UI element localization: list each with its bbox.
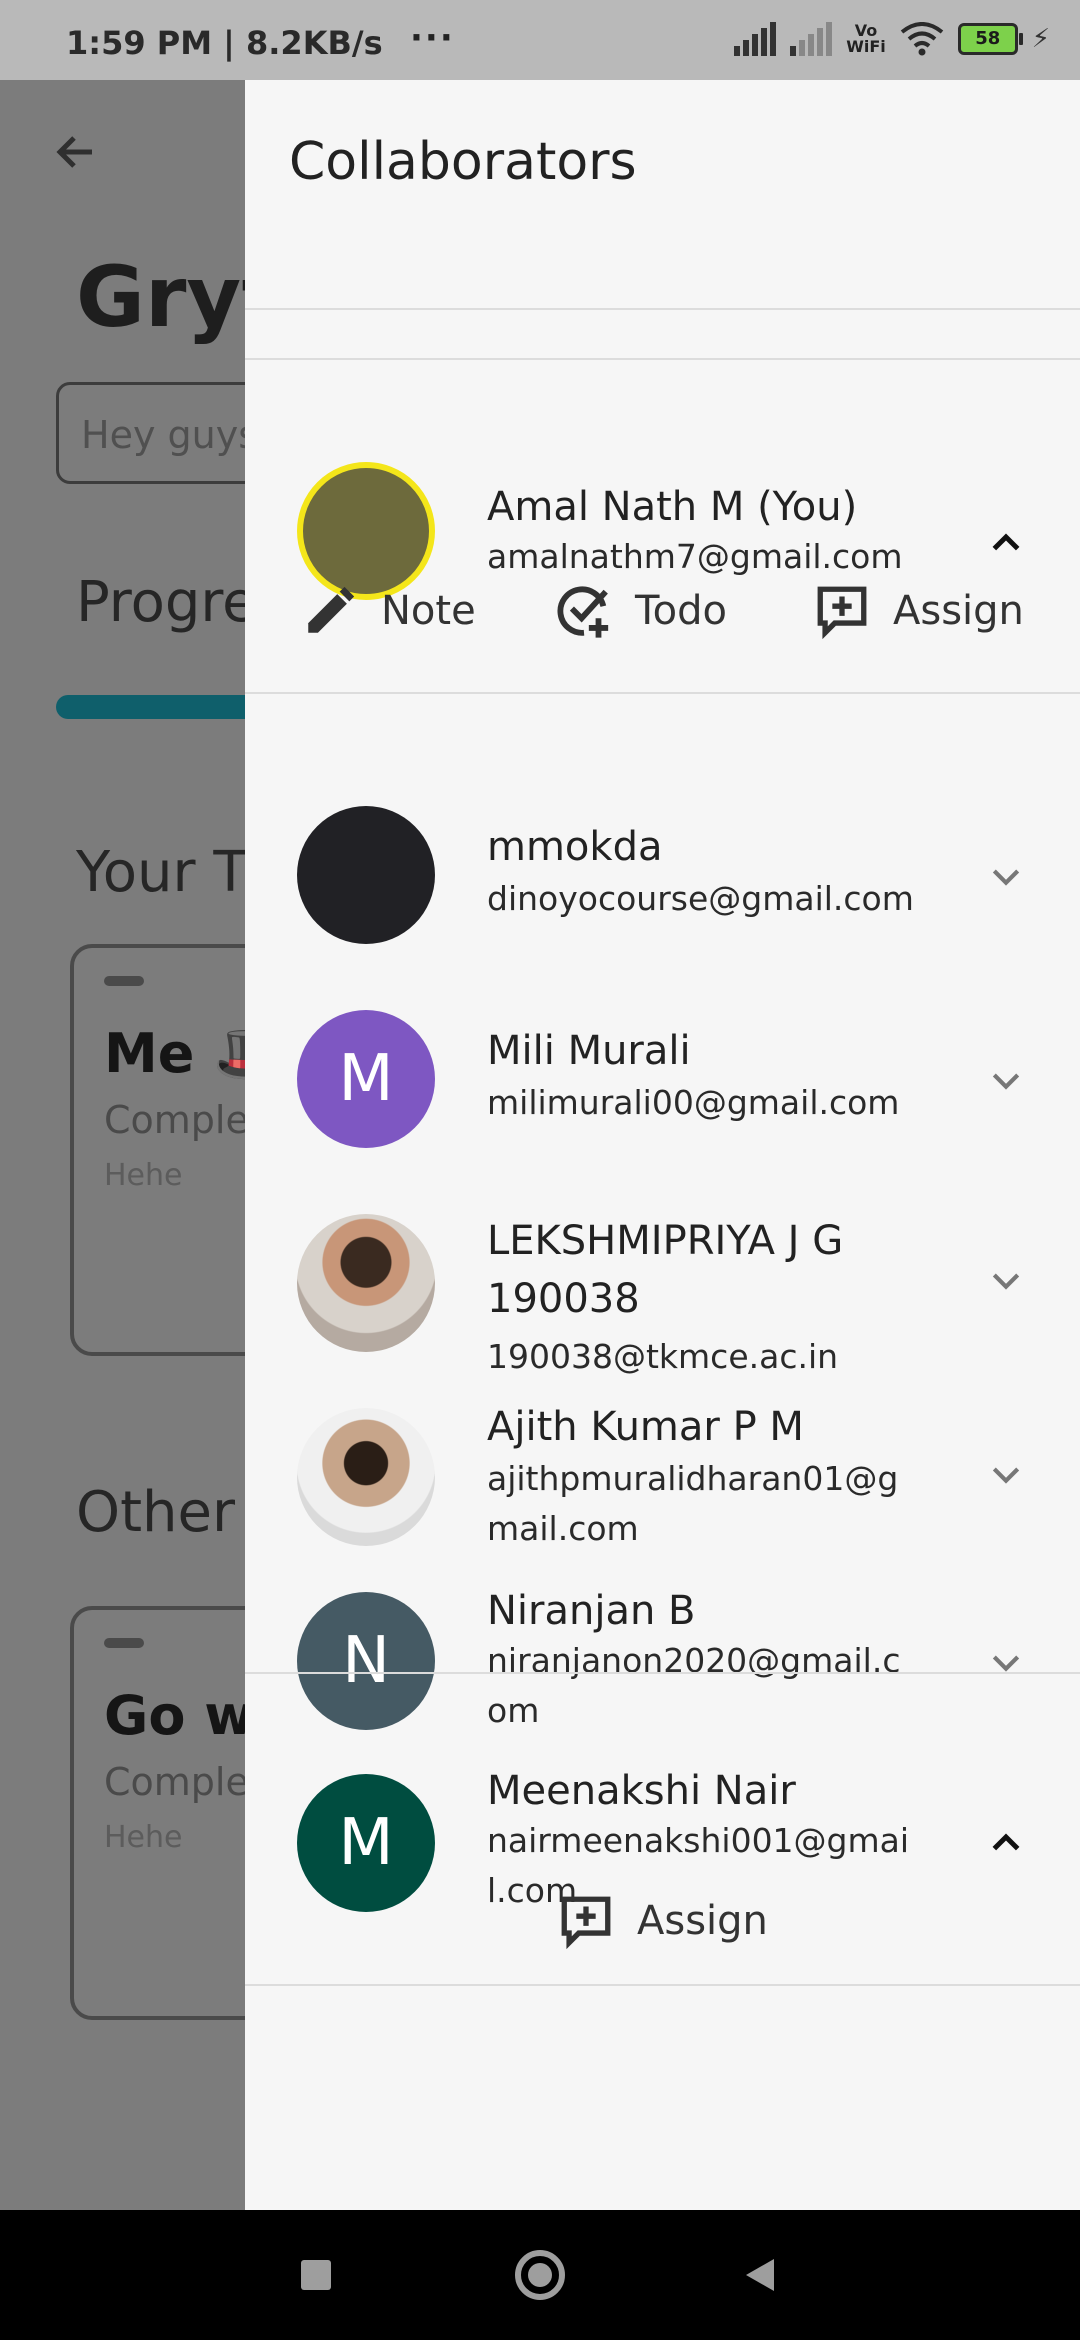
collaborator-name: Ajith Kumar P M (487, 1404, 804, 1450)
assign-button[interactable]: Assign (557, 1892, 768, 1950)
add-comment-icon (561, 1896, 611, 1950)
add-task-icon (557, 586, 609, 638)
scrim[interactable] (0, 80, 245, 2210)
home-icon[interactable] (480, 2210, 600, 2340)
wifi-icon (900, 22, 943, 56)
collaborator-row[interactable]: Amal Nath M (You) amalnathm7@gmail.com (245, 360, 1080, 600)
collaborator-row[interactable]: LEKSHMIPRIYA J G 190038 190038@tkmce.ac.… (245, 1100, 1080, 1376)
signal-weak-icon (790, 22, 833, 56)
assign-label: Assign (893, 588, 1024, 634)
collaborator-row[interactable]: M Meenakshi Nair nairmeenakshi001@gmail.… (245, 1674, 1080, 1912)
note-button[interactable]: Note (301, 582, 476, 640)
chevron-up-icon[interactable] (976, 512, 1036, 572)
status-icons: Vo WiFi 58 ⚡ (734, 22, 1050, 56)
avatar (297, 462, 435, 600)
recent-apps-icon[interactable] (256, 2210, 376, 2340)
status-time: 1:59 PM | 8.2KB/s (66, 24, 383, 62)
navigation-bar (0, 2210, 1080, 2340)
collaborator-row[interactable]: mmokda dinoyocourse@gmail.com (245, 694, 1080, 944)
back-icon[interactable] (700, 2210, 820, 2340)
collaborator-name: Mili Murali (487, 1028, 691, 1074)
more-notifications-icon: ··· (410, 18, 455, 58)
collaborator-name: mmokda (487, 824, 663, 870)
collaborator-name: Meenakshi Nair (487, 1768, 796, 1814)
chevron-down-icon[interactable] (976, 846, 1036, 906)
vowifi-icon: Vo WiFi (846, 21, 886, 56)
status-bar: 1:59 PM | 8.2KB/s ··· Vo WiFi 58 ⚡ (0, 0, 1080, 80)
collaborator-name: LEKSHMIPRIYA J G 190038 (487, 1218, 844, 1322)
collaborator-name: Amal Nath M (You) (487, 484, 858, 530)
collaborator-row[interactable]: Ajith Kumar P M ajithpmuralidharan01@gma… (245, 1314, 1080, 1548)
signal-icon (734, 22, 777, 56)
charging-icon: ⚡ (1031, 24, 1050, 54)
collaborator-email: amalnathm7@gmail.com (487, 537, 903, 576)
avatar: M (297, 1774, 435, 1912)
collaborator-row[interactable]: N Niranjan B niranjanon2020@gmail.com (245, 1504, 1080, 1730)
drawer-title: Collaborators (289, 132, 637, 192)
chevron-up-icon[interactable] (976, 1812, 1036, 1872)
chevron-down-icon[interactable] (976, 1250, 1036, 1310)
divider (245, 308, 1080, 310)
collaborator-name: Niranjan B (487, 1588, 696, 1634)
pencil-icon (308, 586, 355, 633)
divider (245, 1984, 1080, 1986)
note-label: Note (381, 588, 476, 634)
chevron-down-icon[interactable] (976, 1444, 1036, 1504)
assign-button[interactable]: Assign (813, 582, 1024, 640)
todo-label: Todo (635, 588, 727, 634)
assign-label: Assign (637, 1898, 768, 1944)
todo-button[interactable]: Todo (555, 582, 727, 640)
battery-icon: 58 (957, 23, 1023, 55)
collaborators-drawer: Collaborators Amal Nath M (You) amalnath… (245, 80, 1080, 2210)
collaborator-row[interactable]: M Mili Murali milimurali00@gmail.com (245, 898, 1080, 1148)
add-comment-icon (817, 586, 867, 640)
